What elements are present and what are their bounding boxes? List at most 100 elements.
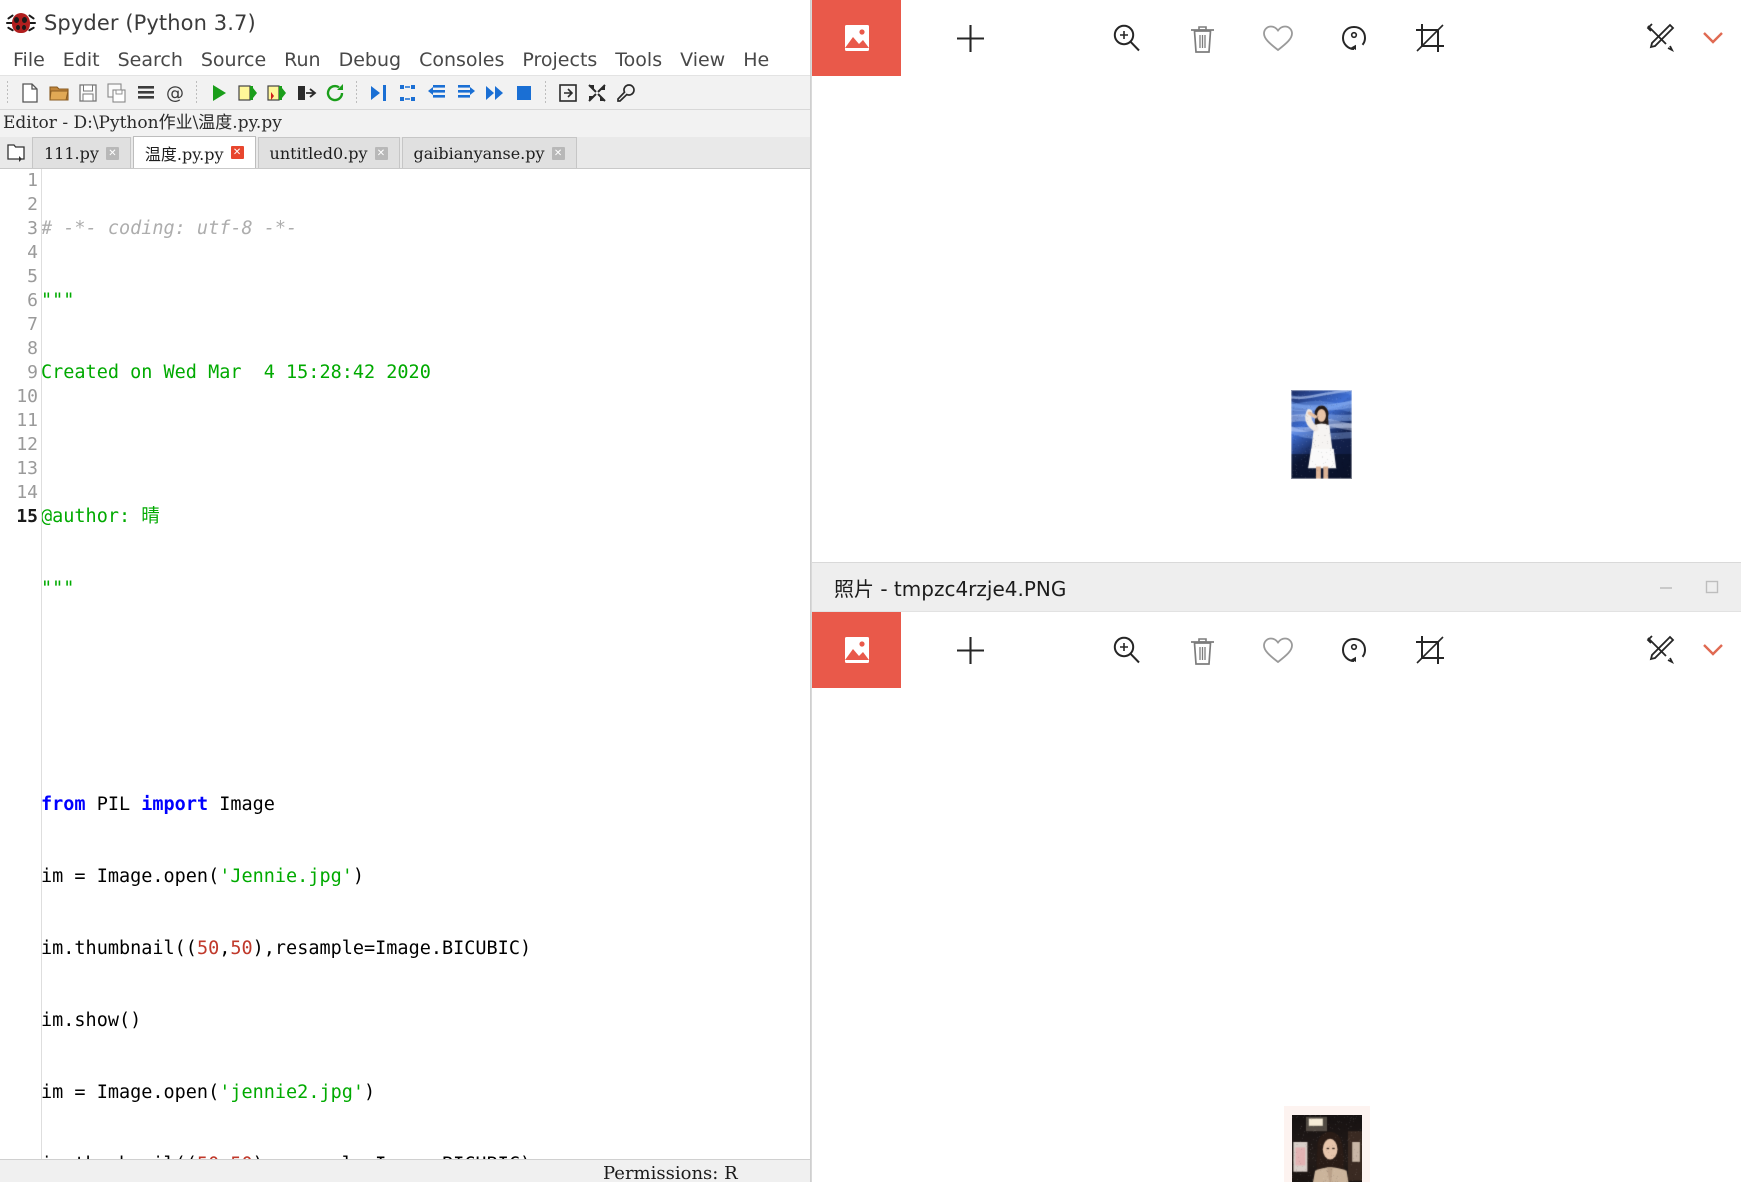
rotate-icon[interactable] <box>1323 612 1385 688</box>
menu-item-projects[interactable]: Projects <box>513 46 606 75</box>
chevron-down-icon[interactable] <box>1691 0 1735 76</box>
run-cell-advance-icon[interactable] <box>262 78 291 107</box>
open-file-icon[interactable] <box>44 78 73 107</box>
edit-draw-icon[interactable] <box>1629 612 1691 688</box>
close-icon[interactable]: ✕ <box>374 146 388 160</box>
code-line-1: # -*- coding: utf-8 -*- <box>41 217 812 241</box>
plus-icon[interactable] <box>939 612 1001 688</box>
code-line-11: im.thumbnail((50,50),resample=Image.BICU… <box>41 937 812 961</box>
crop-icon[interactable] <box>1399 0 1461 76</box>
toolbar-separator <box>356 80 357 105</box>
heart-icon[interactable] <box>1247 612 1309 688</box>
spyder-window[interactable]: Spyder (Python 3.7) File Edit Search Sou… <box>0 0 812 1182</box>
editor-tab-untitled0[interactable]: untitled0.py ✕ <box>257 137 400 168</box>
minimize-icon[interactable] <box>1643 563 1689 612</box>
save-file-icon[interactable] <box>73 78 102 107</box>
tab-label: gaibianyanse.py <box>413 143 545 163</box>
run-icon[interactable] <box>204 78 233 107</box>
preferences-icon[interactable] <box>611 78 640 107</box>
picture-icon[interactable] <box>812 0 901 76</box>
code-text[interactable]: # -*- coding: utf-8 -*- """ Created on W… <box>41 169 812 1159</box>
save-all-icon[interactable] <box>102 78 131 107</box>
line-number: 3 <box>27 218 38 239</box>
svg-text:@: @ <box>166 83 184 104</box>
menu-item-edit[interactable]: Edit <box>54 46 109 75</box>
close-icon[interactable]: ✕ <box>230 146 244 159</box>
photos-titlebar[interactable]: 照片 - tmpzc4rzje4.PNG <box>812 563 1741 612</box>
toolbar[interactable]: @ <box>0 75 812 110</box>
line-number: 7 <box>27 314 38 335</box>
run-selection-icon[interactable] <box>291 78 320 107</box>
menu-item-run[interactable]: Run <box>275 46 329 75</box>
zoom-in-icon[interactable] <box>1095 0 1157 76</box>
line-number-current: 15 <box>16 506 38 527</box>
code-line-10: im = Image.open('Jennie.jpg') <box>41 865 812 889</box>
toolbar-separator <box>545 80 546 105</box>
code-line-13: im = Image.open('jennie2.jpg') <box>41 1081 812 1105</box>
edit-draw-icon[interactable] <box>1629 0 1691 76</box>
menu-item-view[interactable]: View <box>671 46 734 75</box>
zoom-in-icon[interactable] <box>1095 612 1157 688</box>
image-thumbnail-jennie[interactable] <box>1291 390 1352 479</box>
spyder-titlebar[interactable]: Spyder (Python 3.7) <box>0 0 812 46</box>
code-span-string: """ <box>41 290 75 311</box>
line-number: 9 <box>27 362 38 383</box>
at-symbol-icon[interactable]: @ <box>160 78 189 107</box>
heart-icon[interactable] <box>1247 0 1309 76</box>
code-editor[interactable]: 1 2 3 4 5 6 7 8 9 10 11 12 13 14 15 # -*… <box>0 169 812 1159</box>
line-number: 2 <box>27 194 38 215</box>
line-number: 13 <box>16 458 38 479</box>
photos-canvas-front[interactable] <box>812 688 1741 1182</box>
menu-bar[interactable]: File Edit Search Source Run Debug Consol… <box>0 46 812 75</box>
menu-item-tools[interactable]: Tools <box>606 46 671 75</box>
close-icon[interactable]: ✕ <box>105 146 119 160</box>
photos-toolbar-back[interactable] <box>812 0 1741 76</box>
code-line-9: from PIL import Image <box>41 793 812 817</box>
window-controls[interactable] <box>1643 563 1741 612</box>
editor-tab-gaibianyanse[interactable]: gaibianyanse.py ✕ <box>401 137 577 168</box>
trash-icon[interactable] <box>1171 0 1233 76</box>
trash-icon[interactable] <box>1171 612 1233 688</box>
step-into-icon[interactable] <box>422 78 451 107</box>
image-thumbnail-jennie2[interactable] <box>1292 1115 1362 1182</box>
menu-item-search[interactable]: Search <box>109 46 192 75</box>
new-file-icon[interactable] <box>15 78 44 107</box>
menu-item-debug[interactable]: Debug <box>330 46 410 75</box>
step-return-icon[interactable] <box>451 78 480 107</box>
editor-tab-wendu[interactable]: 温度.py.py ✕ <box>132 136 256 168</box>
status-permissions-text: Permissions: R <box>603 1163 738 1182</box>
run-cell-icon[interactable] <box>233 78 262 107</box>
browse-tabs-icon[interactable] <box>0 136 32 168</box>
menu-item-consoles[interactable]: Consoles <box>410 46 513 75</box>
close-icon[interactable]: ✕ <box>551 146 565 160</box>
maximize-pane-icon[interactable] <box>553 78 582 107</box>
menu-item-file[interactable]: File <box>4 46 54 75</box>
step-over-icon[interactable] <box>393 78 422 107</box>
stop-icon[interactable] <box>509 78 538 107</box>
rerun-icon[interactable] <box>320 78 349 107</box>
code-span-comment: # -*- coding: utf-8 -*- <box>41 218 298 239</box>
file-list-icon[interactable] <box>131 78 160 107</box>
fullscreen-icon[interactable] <box>582 78 611 107</box>
status-bar: Permissions: R <box>0 1159 812 1182</box>
photos-window-front[interactable]: 照片 - tmpzc4rzje4.PNG <box>812 563 1741 1182</box>
code-span-string: """ <box>41 578 75 599</box>
picture-icon[interactable] <box>812 612 901 688</box>
tab-label: 温度.py.py <box>144 144 224 164</box>
rotate-icon[interactable] <box>1323 0 1385 76</box>
menu-item-help[interactable]: He <box>734 46 778 75</box>
crop-icon[interactable] <box>1399 612 1461 688</box>
line-number: 14 <box>16 482 38 503</box>
plus-icon[interactable] <box>939 0 1001 76</box>
spyder-logo-icon <box>6 10 36 36</box>
maximize-icon[interactable] <box>1689 563 1735 612</box>
code-line-3: Created on Wed Mar 4 15:28:42 2020 <box>41 361 812 385</box>
editor-tab-111[interactable]: 111.py ✕ <box>32 137 131 168</box>
photos-toolbar-front[interactable] <box>812 612 1741 688</box>
continue-icon[interactable] <box>480 78 509 107</box>
menu-item-source[interactable]: Source <box>192 46 275 75</box>
debug-icon[interactable] <box>364 78 393 107</box>
editor-tab-bar[interactable]: 111.py ✕ 温度.py.py ✕ untitled0.py ✕ gaibi… <box>0 136 812 169</box>
chevron-down-icon[interactable] <box>1691 612 1735 688</box>
